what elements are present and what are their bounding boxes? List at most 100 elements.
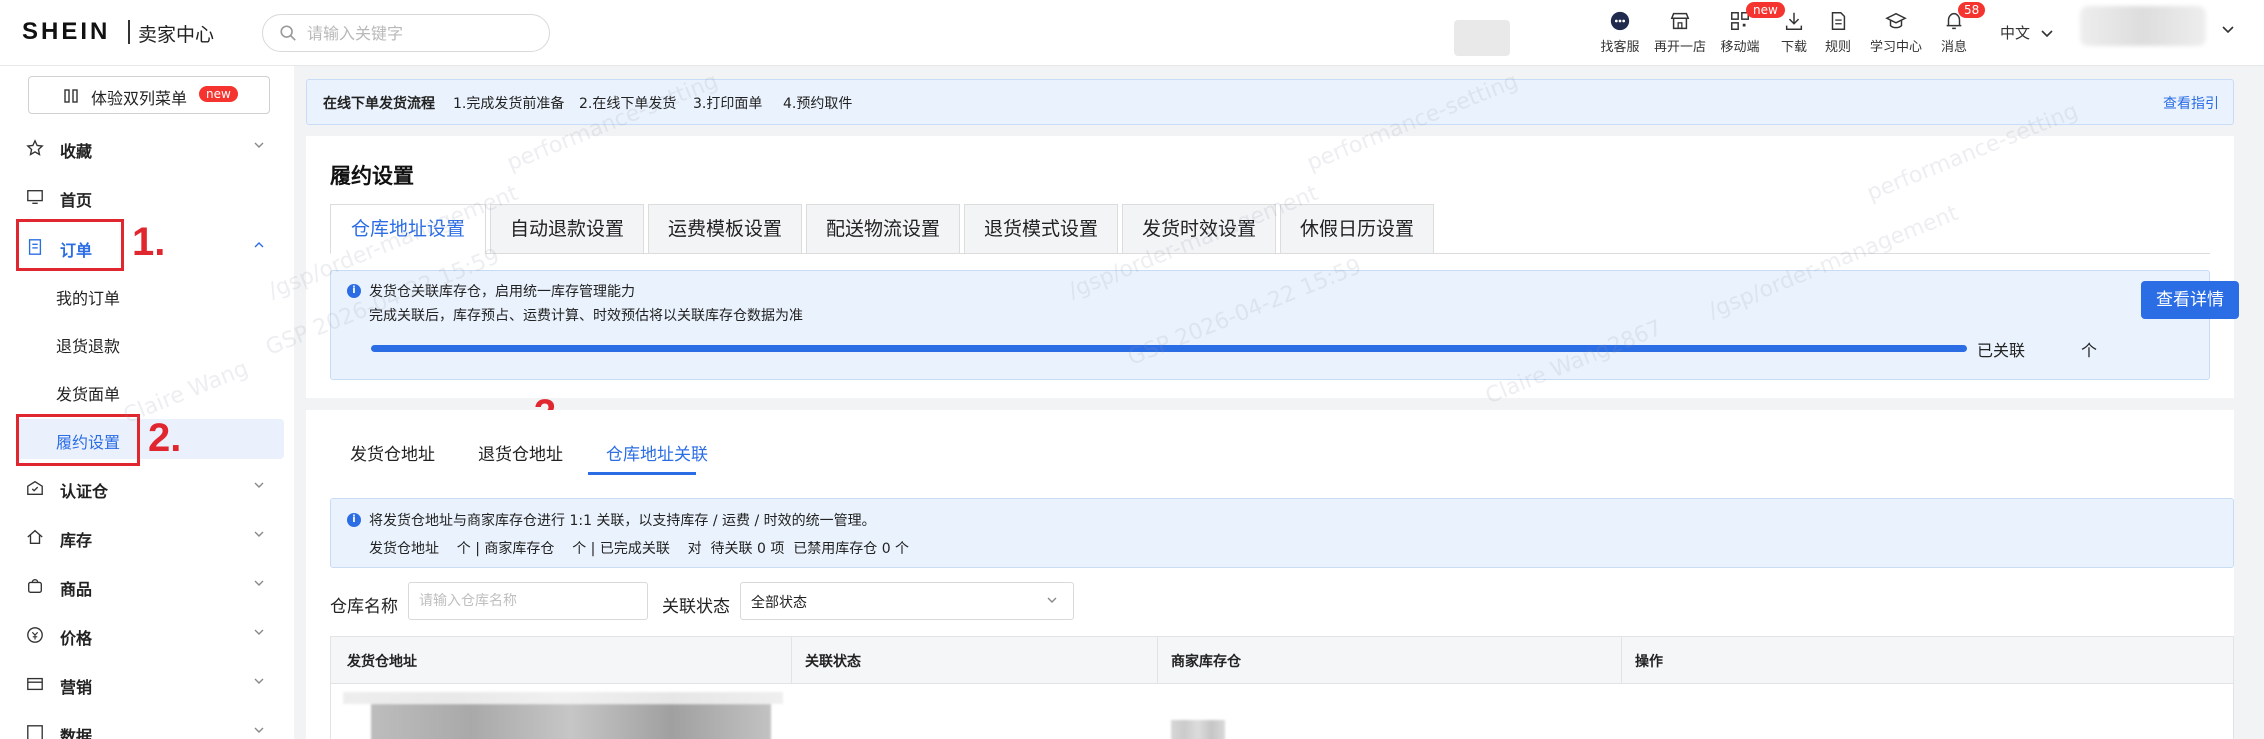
blurred-region xyxy=(1454,20,1510,56)
info-text: 发货仓关联库存仓，启用统一库存管理能力 xyxy=(369,284,635,300)
sidebar-item-inventory[interactable]: 库存 xyxy=(16,517,284,557)
search-input[interactable] xyxy=(307,21,537,45)
dual-column-menu-button[interactable]: 体验双列菜单 new xyxy=(28,76,270,114)
sidebar-item-price[interactable]: 价格 xyxy=(16,615,284,655)
page-title: 履约设置 xyxy=(330,164,414,188)
link-status-select[interactable]: 全部状态 xyxy=(740,582,1074,620)
flow-step: 3.打印面单 xyxy=(693,96,763,112)
flow-step: 2.在线下单发货 xyxy=(579,96,677,112)
select-value: 全部状态 xyxy=(751,595,807,611)
warehouse-name-input[interactable] xyxy=(408,582,648,620)
address-link-info: i 将发货仓地址与商家库存仓进行 1:1 关联，以支持库存 / 运费 / 时效的… xyxy=(330,498,2234,568)
view-details-button[interactable]: 查看详情 xyxy=(2141,281,2239,319)
sidebar-item-favorites[interactable]: 收藏 xyxy=(16,128,284,168)
chevron-down-icon xyxy=(254,142,264,148)
price-icon xyxy=(27,627,43,643)
sidebar-subitem-label: 退货退款 xyxy=(56,337,121,356)
tool-label: 消息 xyxy=(1940,40,1967,55)
sidebar-item-label: 数据 xyxy=(60,727,93,739)
sidebar-item-label: 价格 xyxy=(60,629,93,648)
fulfillment-settings-card: 履约设置 仓库地址设置 自动退款设置 运费模板设置 配送物流设置 退货模式设置 … xyxy=(306,136,2239,398)
flow-step: 1.完成发货前准备 xyxy=(453,96,565,112)
language-switch[interactable]: 中文 xyxy=(2000,22,2053,43)
tool-label: 学习中心 xyxy=(1869,40,1922,55)
chevron-down-icon xyxy=(254,727,264,733)
flow-step: 4.预约取件 xyxy=(783,96,853,112)
shipping-flow-banner: 在线下单发货流程 1.完成发货前准备 2.在线下单发货 3.打印面单 4.预约取… xyxy=(306,79,2234,125)
user-account-blurred[interactable] xyxy=(2080,6,2206,46)
sidebar-item-label: 认证仓 xyxy=(60,482,109,501)
sidebar-item-home[interactable]: 首页 xyxy=(16,177,284,217)
tab-holiday-calendar[interactable]: 休假日历设置 xyxy=(1280,204,1434,254)
column-header: 发货仓地址 xyxy=(347,654,417,670)
dual-menu-label: 体验双列菜单 xyxy=(91,89,188,108)
chevron-down-icon xyxy=(2041,30,2053,38)
subtab-shipping-warehouse[interactable]: 发货仓地址 xyxy=(350,440,435,465)
tool-rules[interactable]: 规则 xyxy=(1810,10,1866,58)
subtab-address-link[interactable]: 仓库地址关联 xyxy=(606,440,708,465)
sidebar-item-certified-warehouse[interactable]: 认证仓 xyxy=(16,468,284,508)
tab-logistics[interactable]: 配送物流设置 xyxy=(806,204,960,254)
graduation-icon xyxy=(1885,12,1907,29)
sidebar-item-marketing[interactable]: 营销 xyxy=(16,664,284,704)
blurred-cell xyxy=(343,692,783,704)
filter-name-label: 仓库名称 xyxy=(330,597,398,617)
chevron-down-icon xyxy=(254,678,264,684)
info-text: 将发货仓地址与商家库存仓进行 1:1 关联，以支持库存 / 运费 / 时效的统一… xyxy=(369,513,876,529)
chevron-up-icon xyxy=(254,242,264,248)
info-icon: i xyxy=(347,513,361,527)
marketing-icon xyxy=(27,677,43,691)
column-header: 商家库存仓 xyxy=(1171,654,1241,670)
chevron-down-icon xyxy=(1047,597,1057,603)
tool-learning-center[interactable]: 学习中心 xyxy=(1868,10,1924,58)
top-bar: SHEIN 卖家中心 找客服 再开一店 移动端 new 下载 规则 学习中心 消… xyxy=(0,0,2264,66)
tab-shipping-template[interactable]: 运费模板设置 xyxy=(648,204,802,254)
annotation-step-1: 1. xyxy=(132,220,166,264)
sidebar-item-label: 库存 xyxy=(60,531,93,550)
table-row xyxy=(330,684,2234,739)
bag-icon xyxy=(28,579,42,593)
info-stats-text: 发货仓地址 个 | 商家库存仓 个 | 已完成关联 对 待关联 0 项 已禁用库… xyxy=(369,541,910,557)
monitor-icon xyxy=(27,190,43,204)
logo-divider xyxy=(128,20,130,44)
global-search[interactable] xyxy=(262,14,550,52)
chevron-down-icon xyxy=(254,580,264,586)
tab-shipping-time[interactable]: 发货时效设置 xyxy=(1122,204,1276,254)
sidebar-subitem-label: 发货面单 xyxy=(56,385,121,404)
tool-open-store[interactable]: 再开一店 xyxy=(1652,10,1708,58)
sidebar: 体验双列菜单 new 收藏 首页 订单 我的订单 退货退款 发货面单 履约设置 … xyxy=(0,66,294,739)
chat-icon xyxy=(1610,11,1630,31)
subtab-return-warehouse[interactable]: 退货仓地址 xyxy=(478,440,563,465)
flow-title: 在线下单发货流程 xyxy=(323,96,435,112)
new-badge: new xyxy=(199,86,238,102)
sidebar-subitem-my-orders[interactable]: 我的订单 xyxy=(16,275,284,315)
tab-auto-refund[interactable]: 自动退款设置 xyxy=(490,204,644,254)
tab-return-mode[interactable]: 退货模式设置 xyxy=(964,204,1118,254)
annotation-box-orders xyxy=(16,219,124,271)
warehouse-link-info: i 发货仓关联库存仓，启用统一库存管理能力 完成关联后，库存预占、运费计算、时效… xyxy=(330,270,2239,380)
chevron-down-icon[interactable] xyxy=(2222,26,2234,34)
shein-logo[interactable]: SHEIN xyxy=(22,18,110,46)
tool-label: 移动端 xyxy=(1720,40,1760,55)
progress-label: 已关联 xyxy=(1977,341,2026,360)
annotation-box-fulfillment xyxy=(16,414,140,466)
search-icon xyxy=(280,25,296,41)
star-icon xyxy=(26,139,44,156)
sidebar-item-label: 收藏 xyxy=(60,142,93,161)
tool-label: 规则 xyxy=(1824,40,1851,55)
chevron-down-icon xyxy=(254,482,264,488)
link-progress-bar xyxy=(371,345,1967,352)
sidebar-item-data[interactable]: 数据 xyxy=(16,713,284,739)
sidebar-item-products[interactable]: 商品 xyxy=(16,566,284,606)
tab-warehouse-address[interactable]: 仓库地址设置 xyxy=(330,204,486,254)
warehouse-address-card: 发货仓地址 退货仓地址 仓库地址关联 i 将发货仓地址与商家库存仓进行 1:1 … xyxy=(306,410,2234,739)
active-subtab-indicator xyxy=(588,472,696,475)
data-icon xyxy=(27,725,43,739)
view-guide-link[interactable]: 查看指引 xyxy=(2163,93,2219,113)
tool-customer-service[interactable]: 找客服 xyxy=(1592,10,1648,58)
progress-unit: 个 xyxy=(2081,341,2098,360)
info-icon: i xyxy=(347,284,361,298)
sidebar-subitem-returns[interactable]: 退货退款 xyxy=(16,323,284,363)
sidebar-subitem-shipping-labels[interactable]: 发货面单 xyxy=(16,371,284,411)
chevron-down-icon xyxy=(254,531,264,537)
